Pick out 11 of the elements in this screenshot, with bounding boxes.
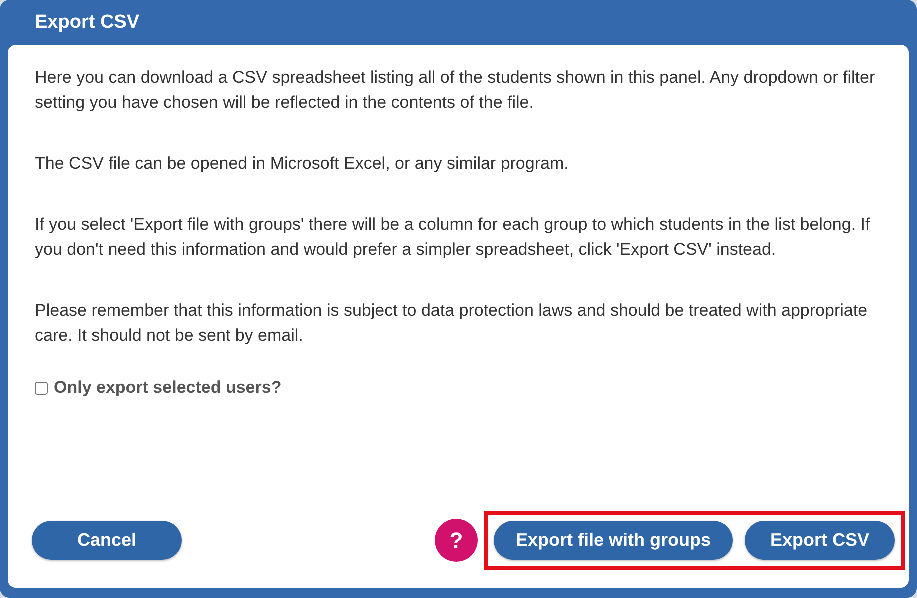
info-paragraph: Please remember that this information is subject to data protection laws and should be treated with appropriate care. It should not be sent by email. xyxy=(35,300,869,347)
checkbox[interactable] xyxy=(35,382,48,394)
info-paragraph: Here you can download a CSV spreadsheet listing all of the students shown in this panel. Any dropdown or filter setting you have chosen will be reflected in the contents of the file. xyxy=(35,67,876,114)
dialog-title: Export CSV xyxy=(34,11,141,35)
checkbox-label[interactable]: Only export selected users? xyxy=(54,378,282,398)
export-button[interactable]: Export file with groups xyxy=(494,521,733,560)
info-paragraph: The CSV file can be opened in Microsoft Excel, or any similar program. xyxy=(35,153,570,175)
cancel-button[interactable]: Cancel xyxy=(32,521,182,560)
help-button[interactable]: ? xyxy=(434,519,478,562)
info-paragraph: If you select 'Export file with groups' there will be a column for each group to which students in the list belong. If you don't need this information and would prefer a simpler spreadsheet, click 'Export CSV' instead. xyxy=(35,214,872,261)
export-button[interactable]: Export CSV xyxy=(745,521,895,560)
